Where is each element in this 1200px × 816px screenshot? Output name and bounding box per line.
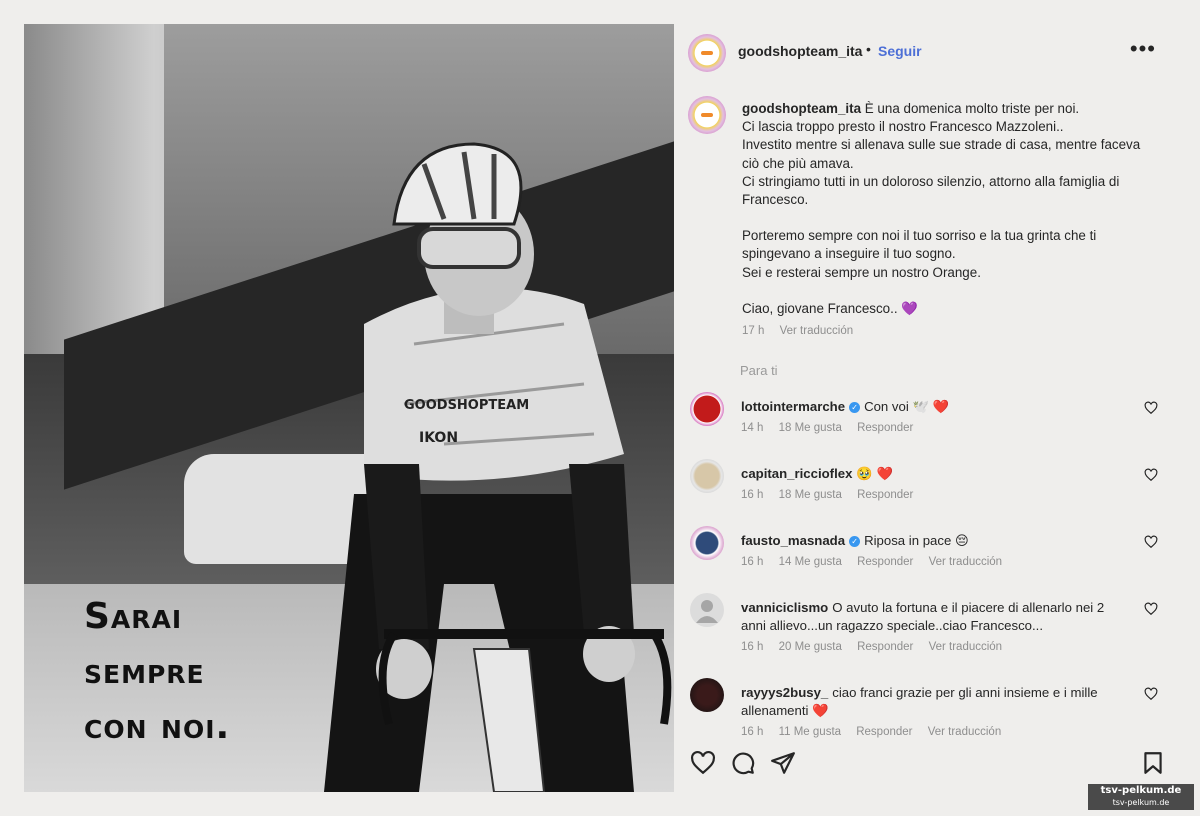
verified-badge-icon: ✓ <box>849 536 861 547</box>
caption-text: goodshopteam_ita È una domenica molto tr… <box>742 100 1142 318</box>
caption-line: Ci stringiamo tutti in un doloroso silen… <box>742 173 1120 208</box>
comment-content: Con voi 🕊️ ❤️ <box>864 399 949 414</box>
like-comment-heart-icon[interactable] <box>1144 687 1158 701</box>
comment-meta: 16 h 14 Me gusta Responder Ver traducció… <box>741 556 1014 568</box>
avatar[interactable] <box>688 34 726 72</box>
slogan-line: con noi. <box>84 706 231 747</box>
avatar[interactable] <box>690 678 724 712</box>
comment-text: lottointermarche ✓ Con voi 🕊️ ❤️ <box>741 398 1126 416</box>
timestamp: 16 h <box>741 556 764 568</box>
caption-line: Ci lascia troppo presto il nostro France… <box>742 119 1064 135</box>
comment-username[interactable]: fausto_masnada <box>741 533 845 548</box>
comment-username[interactable]: capitan_riccioflex <box>741 466 852 481</box>
svg-text:GOODSHOPTEAM: GOODSHOPTEAM <box>404 398 529 413</box>
caption-username[interactable]: goodshopteam_ita <box>742 101 861 116</box>
avatar[interactable] <box>688 96 726 134</box>
see-translation-link[interactable]: Ver traducción <box>780 325 854 337</box>
comment-icon[interactable] <box>730 750 756 776</box>
slogan-text: Sarai sempre con noi. <box>84 589 364 754</box>
caption-line: Ciao, giovane Francesco.. 💜 <box>742 300 918 316</box>
caption-meta: 17 h Ver traducción <box>742 325 865 337</box>
timestamp: 14 h <box>741 422 764 434</box>
comment-username[interactable]: lottointermarche <box>741 399 845 414</box>
like-count[interactable]: 18 Me gusta <box>779 489 842 501</box>
default-avatar-icon[interactable] <box>690 593 724 627</box>
comment-text: fausto_masnada ✓ Riposa in pace 😔 <box>741 532 1126 550</box>
comment-username[interactable]: rayyys2busy_ <box>741 685 828 700</box>
caption-line: Sei e resterai sempre un nostro Orange. <box>742 264 981 280</box>
comment-text: vanniciclismo O avuto la fortuna e il pia… <box>741 599 1126 635</box>
watermark-line: tsv-pelkum.de <box>1100 785 1182 796</box>
more-horizontal-icon[interactable]: ••• <box>1130 36 1156 62</box>
like-count[interactable]: 20 Me gusta <box>779 641 842 653</box>
slogan-line: Sarai <box>84 596 183 637</box>
comment-meta: 16 h 11 Me gusta Responder Ver traducció… <box>741 726 1013 740</box>
comment-meta: 14 h 18 Me gusta Responder <box>741 422 925 434</box>
for-you-label: Para ti <box>740 363 778 378</box>
comment-content: Riposa in pace 😔 <box>864 533 969 548</box>
svg-text:IKON: IKON <box>419 430 458 446</box>
timestamp: 16 h <box>741 641 764 653</box>
like-comment-heart-icon[interactable] <box>1144 401 1158 415</box>
comment-text: capitan_riccioflex 🥹 ❤️ <box>741 465 1126 483</box>
see-translation-link[interactable]: Ver traducción <box>929 641 1003 653</box>
avatar[interactable] <box>690 392 724 426</box>
comment-content: 🥹 ❤️ <box>856 466 893 481</box>
follow-button[interactable]: Seguir <box>878 43 922 59</box>
post-header: goodshopteam_ita • Seguir ••• <box>674 24 1174 82</box>
share-icon[interactable] <box>770 750 796 776</box>
timestamp: 16 h <box>741 726 764 738</box>
bookmark-icon[interactable] <box>1140 750 1166 776</box>
like-comment-heart-icon[interactable] <box>1144 602 1158 616</box>
reply-button[interactable]: Responder <box>856 726 912 738</box>
comment-text: rayyys2busy_ ciao franci grazie per gli a… <box>741 684 1126 720</box>
like-count[interactable]: 18 Me gusta <box>779 422 842 434</box>
reply-button[interactable]: Responder <box>857 641 913 653</box>
comment-meta: 16 h 20 Me gusta Responder Ver traducció… <box>741 641 1014 653</box>
timestamp: 17 h <box>742 325 765 337</box>
comment-meta: 16 h 18 Me gusta Responder <box>741 489 925 501</box>
action-bar <box>674 746 1174 782</box>
reply-button[interactable]: Responder <box>857 422 913 434</box>
avatar[interactable] <box>690 459 724 493</box>
see-translation-link[interactable]: Ver traducción <box>929 556 1003 568</box>
timestamp: 16 h <box>741 489 764 501</box>
comment-username[interactable]: vanniciclismo <box>741 600 828 615</box>
watermark-line: tsv-pelkum.de <box>1112 798 1170 807</box>
separator-dot: • <box>866 41 871 57</box>
like-comment-heart-icon[interactable] <box>1144 535 1158 549</box>
verified-badge-icon: ✓ <box>849 402 861 413</box>
like-count[interactable]: 11 Me gusta <box>779 726 841 738</box>
reply-button[interactable]: Responder <box>857 556 913 568</box>
avatar[interactable] <box>690 526 724 560</box>
reply-button[interactable]: Responder <box>857 489 913 501</box>
caption-line: Investito mentre si allenava sulle sue s… <box>742 137 1141 171</box>
post-side-panel: goodshopteam_ita • Seguir ••• goodshopte… <box>674 24 1174 792</box>
post-image[interactable]: GOODSHOPTEAM IKON Sarai sempre con noi. <box>24 24 674 792</box>
see-translation-link[interactable]: Ver traducción <box>928 726 1002 738</box>
caption-line: Porteremo sempre con noi il tuo sorriso … <box>742 228 1097 262</box>
like-count[interactable]: 14 Me gusta <box>779 556 842 568</box>
slogan-line: sempre <box>84 651 205 692</box>
watermark: tsv-pelkum.de tsv-pelkum.de <box>1088 784 1194 810</box>
heart-icon[interactable] <box>690 750 716 776</box>
author-username[interactable]: goodshopteam_ita <box>738 43 862 59</box>
like-comment-heart-icon[interactable] <box>1144 468 1158 482</box>
caption-line: È una domenica molto triste per noi. <box>864 101 1080 116</box>
